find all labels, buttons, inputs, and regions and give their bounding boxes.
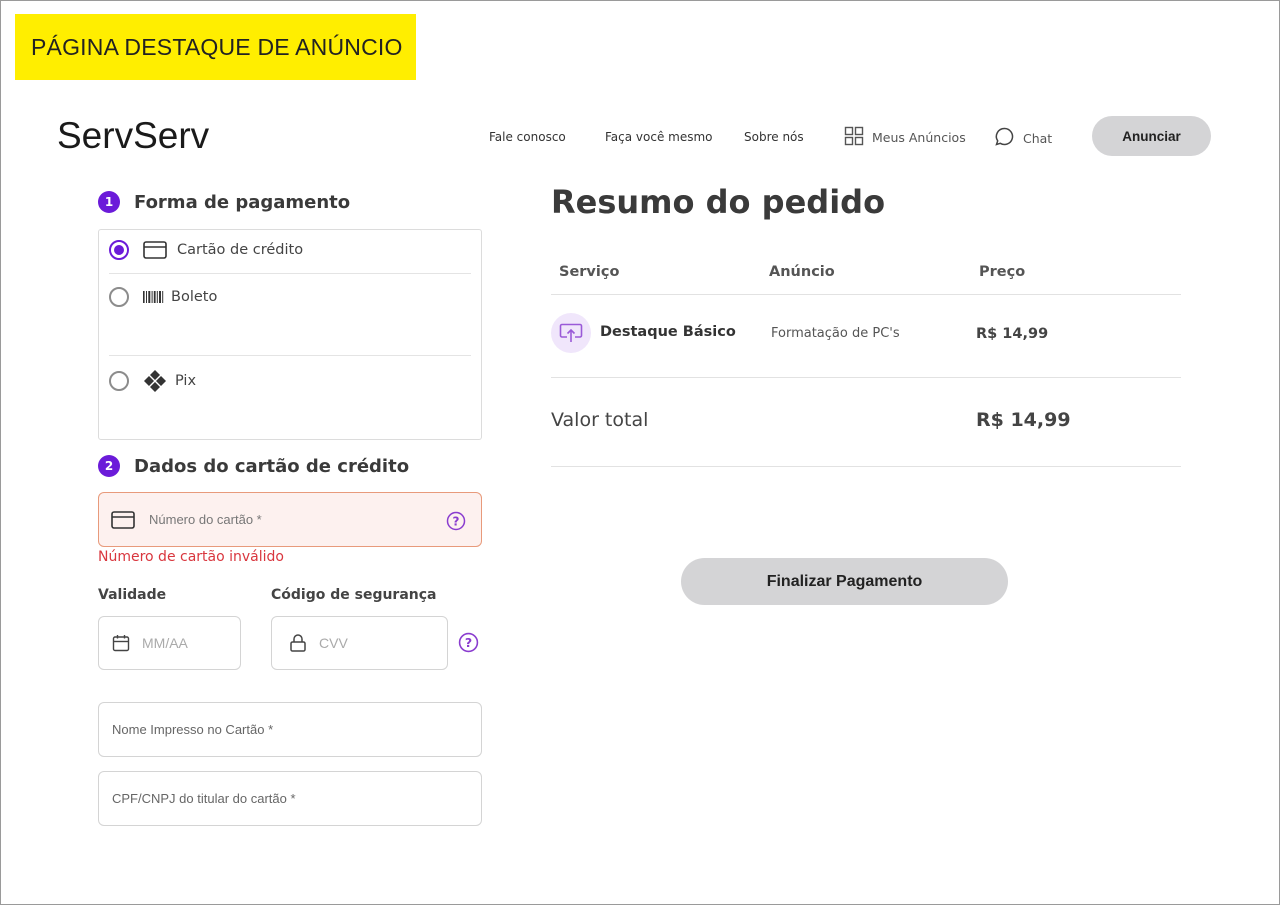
card-section-title: Dados do cartão de crédito: [134, 455, 410, 477]
pix-icon: [143, 369, 167, 393]
step-number-badge: 2: [98, 455, 120, 477]
option-label: Boleto: [171, 289, 218, 305]
payment-step-header: 1 Forma de pagamento: [98, 191, 350, 213]
card-number-help-icon[interactable]: ?: [446, 511, 466, 531]
barcode-icon: [143, 291, 165, 303]
grid-icon: [844, 126, 864, 149]
payment-option-credit-card[interactable]: Cartão de crédito: [109, 240, 303, 260]
total-value: R$ 14,99: [976, 409, 1071, 431]
payment-option-pix[interactable]: Pix: [109, 369, 196, 393]
payment-option-boleto[interactable]: Boleto: [109, 287, 217, 307]
radio-credit-card[interactable]: [109, 240, 129, 260]
logo[interactable]: ServServ: [57, 115, 209, 157]
nav-chat-label: Chat: [1023, 130, 1053, 146]
nav-my-ads-label: Meus Anúncios: [872, 130, 966, 145]
svg-text:?: ?: [453, 514, 460, 528]
cardholder-document-input[interactable]: [112, 791, 452, 806]
divider: [109, 273, 471, 274]
table-divider: [551, 466, 1181, 467]
column-header-service: Serviço: [559, 264, 620, 280]
card-number-field[interactable]: [98, 492, 482, 547]
cvv-input[interactable]: [319, 635, 429, 651]
cvv-field[interactable]: [271, 616, 448, 670]
table-divider: [551, 294, 1181, 295]
nav-about[interactable]: Sobre nós: [744, 130, 804, 144]
calendar-icon: [112, 634, 130, 652]
cardholder-name-input[interactable]: [112, 722, 452, 737]
cvv-label: Código de segurança: [271, 587, 437, 603]
credit-card-icon: [111, 510, 135, 529]
nav-my-ads[interactable]: Meus Anúncios: [844, 126, 966, 149]
card-number-input[interactable]: [149, 512, 429, 527]
option-label: Pix: [175, 373, 197, 389]
credit-card-icon: [143, 241, 167, 259]
item-price: R$ 14,99: [976, 326, 1049, 342]
expiry-label: Validade: [98, 587, 167, 603]
radio-boleto[interactable]: [109, 287, 129, 307]
column-header-ad: Anúncio: [769, 264, 835, 280]
item-ad-name: Formatação de PC's: [771, 326, 900, 341]
announce-button[interactable]: Anunciar: [1092, 116, 1211, 156]
upload-highlight-icon: [551, 313, 591, 353]
step-number-badge: 1: [98, 191, 120, 213]
cardholder-document-field[interactable]: [98, 771, 482, 826]
chat-bubble-icon: [994, 126, 1015, 150]
nav-chat[interactable]: Chat: [994, 126, 1052, 150]
nav-diy[interactable]: Faça você mesmo: [605, 130, 713, 144]
page-banner: PÁGINA DESTAQUE DE ANÚNCIO: [15, 14, 416, 80]
card-step-header: 2 Dados do cartão de crédito: [98, 455, 409, 477]
column-header-price: Preço: [979, 264, 1026, 280]
radio-pix[interactable]: [109, 371, 129, 391]
expiry-field[interactable]: [98, 616, 241, 670]
card-number-error: Número de cartão inválido: [98, 549, 284, 565]
summary-title: Resumo do pedido: [551, 183, 886, 221]
finalize-payment-button[interactable]: Finalizar Pagamento: [681, 558, 1008, 605]
cardholder-name-field[interactable]: [98, 702, 482, 757]
payment-method-box: Cartão de crédito Boleto Pix: [98, 229, 482, 440]
expiry-input[interactable]: [142, 635, 222, 651]
option-label: Cartão de crédito: [177, 242, 304, 258]
cvv-help-icon[interactable]: ?: [458, 632, 479, 653]
lock-icon: [289, 633, 307, 653]
payment-section-title: Forma de pagamento: [134, 191, 351, 213]
divider: [109, 355, 471, 356]
svg-text:?: ?: [465, 635, 472, 650]
item-service-name: Destaque Básico: [600, 324, 736, 340]
banner-title: PÁGINA DESTAQUE DE ANÚNCIO: [31, 33, 403, 60]
total-label: Valor total: [551, 409, 649, 431]
nav-contact[interactable]: Fale conosco: [489, 130, 566, 144]
table-divider: [551, 377, 1181, 378]
